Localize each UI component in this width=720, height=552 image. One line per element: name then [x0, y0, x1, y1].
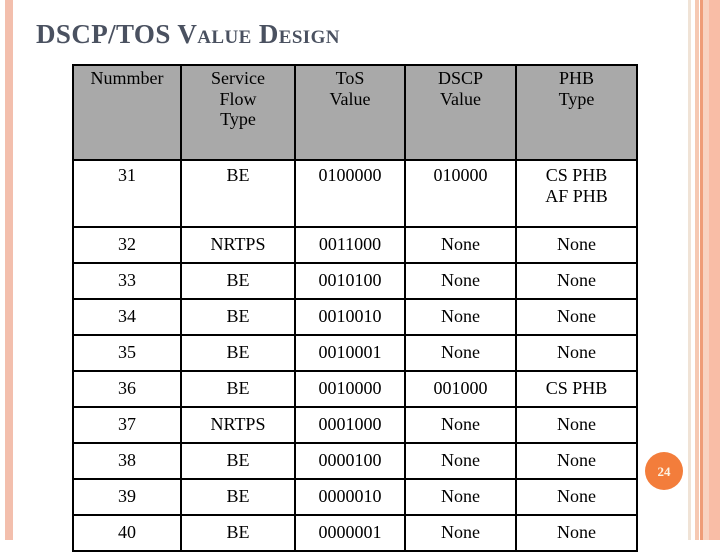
table-row: 39 BE 0000010 None None: [72, 478, 638, 516]
cell-text: CS PHB AF PHB: [519, 165, 634, 206]
column-header-text: Nummber: [76, 68, 178, 89]
left-stripe-1: [5, 0, 13, 540]
right-stripe-1: [688, 0, 691, 540]
cell-nummber: 33: [72, 262, 182, 300]
header-line: ToS: [335, 68, 365, 88]
cell-dscp_value: None: [404, 298, 517, 336]
cell-nummber: 35: [72, 334, 182, 372]
cell-service_flow_type: BE: [180, 370, 296, 408]
table-body: 31 BE 0100000 010000 CS PHB AF PHB 32 NRTPS 0011…: [72, 159, 638, 552]
cell-dscp_value: None: [404, 442, 517, 480]
cell-tos_value: 0010100: [294, 262, 406, 300]
cell-nummber: 31: [72, 159, 182, 228]
cell-service_flow_type: NRTPS: [180, 226, 296, 264]
cell-nummber: 32: [72, 226, 182, 264]
table-header: Nummber Service Flow Type ToS Value DSCP Value P…: [72, 64, 638, 161]
header-line: Type: [220, 109, 256, 130]
cell-tos_value: 0010010: [294, 298, 406, 336]
header-line: Service: [211, 68, 265, 88]
table-row: 34 BE 0010010 None None: [72, 298, 638, 336]
table-row: 38 BE 0000100 None None: [72, 442, 638, 480]
cell-phb_type: None: [515, 478, 638, 516]
cell-tos_value: 0010000: [294, 370, 406, 408]
cell-dscp_value: 010000: [404, 159, 517, 228]
cell-phb_type: None: [515, 442, 638, 480]
header-line: Flow: [219, 88, 257, 109]
cell-nummber: 38: [72, 442, 182, 480]
cell-phb_type: CS PHB AF PHB: [515, 159, 638, 228]
cell-tos_value: 0000100: [294, 442, 406, 480]
slide-canvas: DSCP/TOS Value Design Nummber Service Flow…: [0, 0, 720, 552]
cell-phb_type: None: [515, 334, 638, 372]
cell-service_flow_type: BE: [180, 442, 296, 480]
page-title: DSCP/TOS Value Design: [36, 19, 340, 49]
cell-service_flow_type: BE: [180, 478, 296, 516]
table-row: 37 NRTPS 0001000 None None: [72, 406, 638, 444]
column-header-service_flow_type: Service Flow Type: [180, 64, 296, 161]
header-line: PHB: [558, 68, 594, 88]
table-row: 31 BE 0100000 010000 CS PHB AF PHB: [72, 159, 638, 228]
table-row: 35 BE 0010001 None None: [72, 334, 638, 372]
header-line: Value: [329, 88, 371, 109]
header-line: DSCP: [437, 68, 484, 88]
cell-service_flow_type: BE: [180, 262, 296, 300]
column-header-nummber: Nummber: [72, 64, 182, 161]
cell-tos_value: 0100000: [294, 159, 406, 228]
cell-phb_type: None: [515, 298, 638, 336]
cell-dscp_value: None: [404, 226, 517, 264]
table-row: 36 BE 0010000 001000 CS PHB: [72, 370, 638, 408]
cell-line: CS PHB: [545, 165, 608, 185]
right-stripe-5: [709, 0, 720, 540]
cell-service_flow_type: NRTPS: [180, 406, 296, 444]
cell-service_flow_type: BE: [180, 514, 296, 552]
header-line: Type: [558, 88, 595, 109]
cell-nummber: 34: [72, 298, 182, 336]
cell-dscp_value: 001000: [404, 370, 517, 408]
column-header-dscp_value: DSCP Value: [404, 64, 517, 161]
column-header-text: DSCP Value: [408, 68, 513, 109]
cell-tos_value: 0001000: [294, 406, 406, 444]
cell-nummber: 37: [72, 406, 182, 444]
column-header-phb_type: PHB Type: [515, 64, 638, 161]
cell-dscp_value: None: [404, 334, 517, 372]
table-row: 40 BE 0000001 None None: [72, 514, 638, 552]
cell-tos_value: 0000010: [294, 478, 406, 516]
cell-dscp_value: None: [404, 514, 517, 552]
cell-tos_value: 0010001: [294, 334, 406, 372]
cell-nummber: 39: [72, 478, 182, 516]
column-header-text: ToS Value: [298, 68, 402, 109]
cell-nummber: 40: [72, 514, 182, 552]
cell-dscp_value: None: [404, 262, 517, 300]
cell-phb_type: None: [515, 262, 638, 300]
cell-line: AF PHB: [545, 185, 608, 206]
cell-service_flow_type: BE: [180, 159, 296, 228]
cell-phb_type: CS PHB: [515, 370, 638, 408]
header-line: Value: [440, 88, 481, 109]
column-header-text: PHB Type: [519, 68, 634, 109]
page-number-badge: 24: [645, 452, 683, 490]
cell-phb_type: None: [515, 514, 638, 552]
dscp-tos-table: Nummber Service Flow Type ToS Value DSCP Value P…: [72, 64, 638, 552]
table-header-row: Nummber Service Flow Type ToS Value DSCP Value P…: [72, 64, 638, 161]
cell-nummber: 36: [72, 370, 182, 408]
cell-dscp_value: None: [404, 406, 517, 444]
cell-phb_type: None: [515, 406, 638, 444]
cell-phb_type: None: [515, 226, 638, 264]
cell-service_flow_type: BE: [180, 298, 296, 336]
column-header-tos_value: ToS Value: [294, 64, 406, 161]
cell-tos_value: 0000001: [294, 514, 406, 552]
table-row: 32 NRTPS 0011000 None None: [72, 226, 638, 264]
header-line: Nummber: [90, 68, 164, 88]
right-stripe-2: [695, 0, 699, 540]
cell-dscp_value: None: [404, 478, 517, 516]
dscp-tos-table-container: Nummber Service Flow Type ToS Value DSCP Value P…: [72, 64, 638, 552]
table-row: 33 BE 0010100 None None: [72, 262, 638, 300]
column-header-text: Service Flow Type: [184, 68, 292, 130]
cell-service_flow_type: BE: [180, 334, 296, 372]
cell-tos_value: 0011000: [294, 226, 406, 264]
